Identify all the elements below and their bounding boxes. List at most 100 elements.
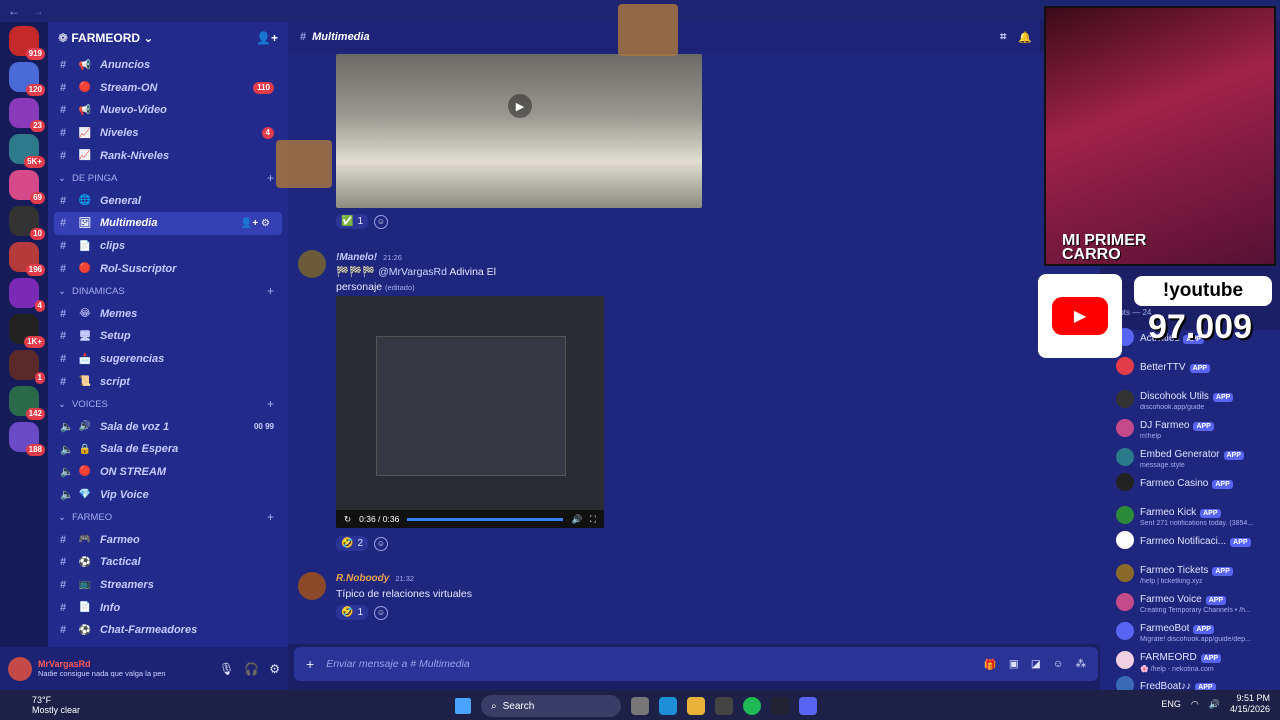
category-header[interactable]: ⌄ DE PINGA + [48,167,288,190]
clock[interactable]: 9:51 PM 4/15/2026 [1230,693,1270,715]
server-icon[interactable]: 120 [9,62,45,96]
lang-indicator[interactable]: ENG [1161,699,1181,709]
avatar[interactable] [8,656,32,681]
fullscreen-icon[interactable]: ⛶ [590,514,596,525]
channel-item[interactable]: # 📜 script [48,370,288,393]
channel-item[interactable]: # 😂 Memes [48,303,288,326]
add-channel-icon[interactable]: + [267,171,274,185]
channel-item[interactable]: # ⚽ Chat-Farmeadores [48,619,288,642]
reaction[interactable]: ✅ 1 [336,214,369,229]
channel-item[interactable]: # 📺 Streamers [48,574,288,597]
reaction[interactable]: 🤣 2 [336,536,369,551]
server-icon[interactable]: 69 [9,170,45,204]
channel-item[interactable]: # 📈 Rank-Niveles [48,144,288,167]
forward-button[interactable]: → [32,4,44,18]
task-view-icon[interactable] [631,697,649,715]
category-header[interactable]: ⌄ DINAMICAS + [48,280,288,303]
server-icon[interactable]: 188 [9,422,45,456]
category-header[interactable]: ⌄ VOICES + [48,393,288,416]
server-icon[interactable]: 142 [9,386,45,420]
server-icon[interactable]: 196 [9,242,45,276]
threads-icon[interactable]: ⌗ [1000,31,1006,44]
channel-item[interactable]: # 🎮 Farmeo [48,528,288,551]
server-icon[interactable]: 23 [9,98,45,132]
start-button[interactable] [455,698,471,714]
channel-item[interactable]: # 📄 Info [48,596,288,619]
member-item[interactable]: Farmeo Notificaci... APP [1116,531,1280,549]
sticker-icon[interactable]: ◪ [1031,658,1041,671]
member-item[interactable]: DJ Farmeo APP m!help [1116,415,1280,440]
discord-icon[interactable] [799,697,817,715]
volume-icon[interactable]: 🔊 [571,514,582,525]
channel-item[interactable]: # ⚽ Tactical [48,551,288,574]
plus-icon[interactable]: + [306,656,314,672]
edge-icon[interactable] [659,697,677,715]
emoji-icon[interactable]: ☺ [1053,658,1064,671]
channel-item[interactable]: # 📢 Anuncios [48,54,288,77]
channel-item[interactable]: # 🌐 General [48,190,288,213]
add-channel-icon[interactable]: + [267,284,274,298]
weather-widget[interactable]: 73°F Mostly clear [32,695,80,715]
channel-item[interactable]: # 🔴 Rol-Suscriptor [48,257,288,280]
message-composer[interactable]: + Enviar mensaje a # Multimedia 🎁 ▣ ◪ ☺ … [294,647,1098,681]
bell-icon[interactable]: 🔔 [1018,31,1032,44]
steam-icon[interactable] [771,697,789,715]
add-reaction-icon[interactable]: ☺ [374,536,389,551]
message-image[interactable]: ▶ [336,54,702,208]
avatar[interactable] [298,572,326,600]
server-icon[interactable]: 1K+ [9,314,45,348]
channel-item[interactable]: # 🖼 Multimedia 👤+ ⚙ [54,212,282,235]
member-item[interactable]: FARMEORD APP 🌸 /help - nekotina.com [1116,647,1280,673]
server-icon[interactable]: 5K+ [9,134,45,168]
member-item[interactable]: Farmeo Casino APP [1116,473,1280,491]
server-icon[interactable]: 4 [9,278,45,312]
channel-item[interactable]: # 📄 clips [48,235,288,258]
channel-item[interactable]: # 🔴 Stream-ON 110 [48,77,288,100]
spotify-icon[interactable] [743,697,761,715]
server-icon[interactable]: 10 [9,206,45,240]
volume-icon[interactable]: 🔊 [1209,699,1220,710]
chrome-icon[interactable] [715,697,733,715]
channel-item[interactable]: # 📈 Niveles 4 [48,122,288,145]
add-channel-icon[interactable]: + [267,397,274,411]
add-reaction-icon[interactable]: ☺ [374,605,389,620]
mention[interactable]: @MrVargasRd [378,266,447,278]
category-header[interactable]: ⌄ FARMEO + [48,506,288,529]
invite-icon[interactable]: 👤+ [256,31,278,45]
channel-item[interactable]: 🔈 💎 Vip Voice [48,483,288,506]
replay-icon[interactable]: ↻ [344,514,351,525]
folder-icon[interactable] [687,697,705,715]
channel-item[interactable]: # 🖥 Setup [48,325,288,348]
gift-icon[interactable]: 🎁 [984,658,997,671]
add-channel-icon[interactable]: + [267,510,274,524]
mic-icon[interactable]: 🎙 [219,662,234,676]
headphones-icon[interactable]: 🎧 [244,662,259,676]
member-item[interactable]: Farmeo Tickets APP/help | ticketking.xyz [1116,560,1280,585]
wifi-icon[interactable]: ◠ [1191,699,1199,710]
member-item[interactable]: FarmeoBot APP Migrate! discohook.app/guide… [1116,618,1280,643]
channel-item[interactable]: # 📩 sugerencias [48,348,288,371]
guild-header[interactable]: ❁ FARMEORD ⌄ 👤+ [48,22,288,54]
play-icon[interactable]: ▶ [508,94,532,118]
channel-item[interactable]: 🔈 🔊 Sala de voz 1 00 99 [48,416,288,439]
member-item[interactable]: Discohook Utils APP discohook.app/guide [1116,386,1280,411]
channel-item[interactable]: 🔈 🔒 Sala de Espera [48,438,288,461]
server-icon[interactable]: 1 [9,350,45,384]
message-author[interactable]: R.Noboody 21:32 [336,573,414,584]
gear-icon[interactable]: ⚙ [269,662,280,676]
message-author[interactable]: !Manelo! 21:26 [336,252,402,263]
add-reaction-icon[interactable]: ☺ [374,214,389,229]
search-box[interactable]: ⌕ Search [481,695,621,717]
channel-settings-icon[interactable]: 👤+ ⚙ [240,218,270,229]
apps-icon[interactable]: ⁂ [1076,658,1087,671]
member-item[interactable]: Embed Generator APP message.style [1116,444,1280,469]
video-progress[interactable] [407,517,564,521]
channel-item[interactable]: # 📢 Nuevo-Video [48,99,288,122]
video-attachment[interactable]: ↻ 0:36 / 0:36 🔊 ⛶ [336,296,604,528]
member-item[interactable]: BetterTTV APP [1116,357,1280,375]
member-item[interactable]: Farmeo Voice APP Creating Temporary Channe… [1116,589,1280,614]
channel-item[interactable]: 🔈 🔴 ON STREAM [48,461,288,484]
back-button[interactable]: ← [8,4,20,18]
gif-icon[interactable]: ▣ [1009,658,1019,671]
member-item[interactable]: Farmeo Kick APP Sent 271 notifications tod… [1116,502,1280,527]
